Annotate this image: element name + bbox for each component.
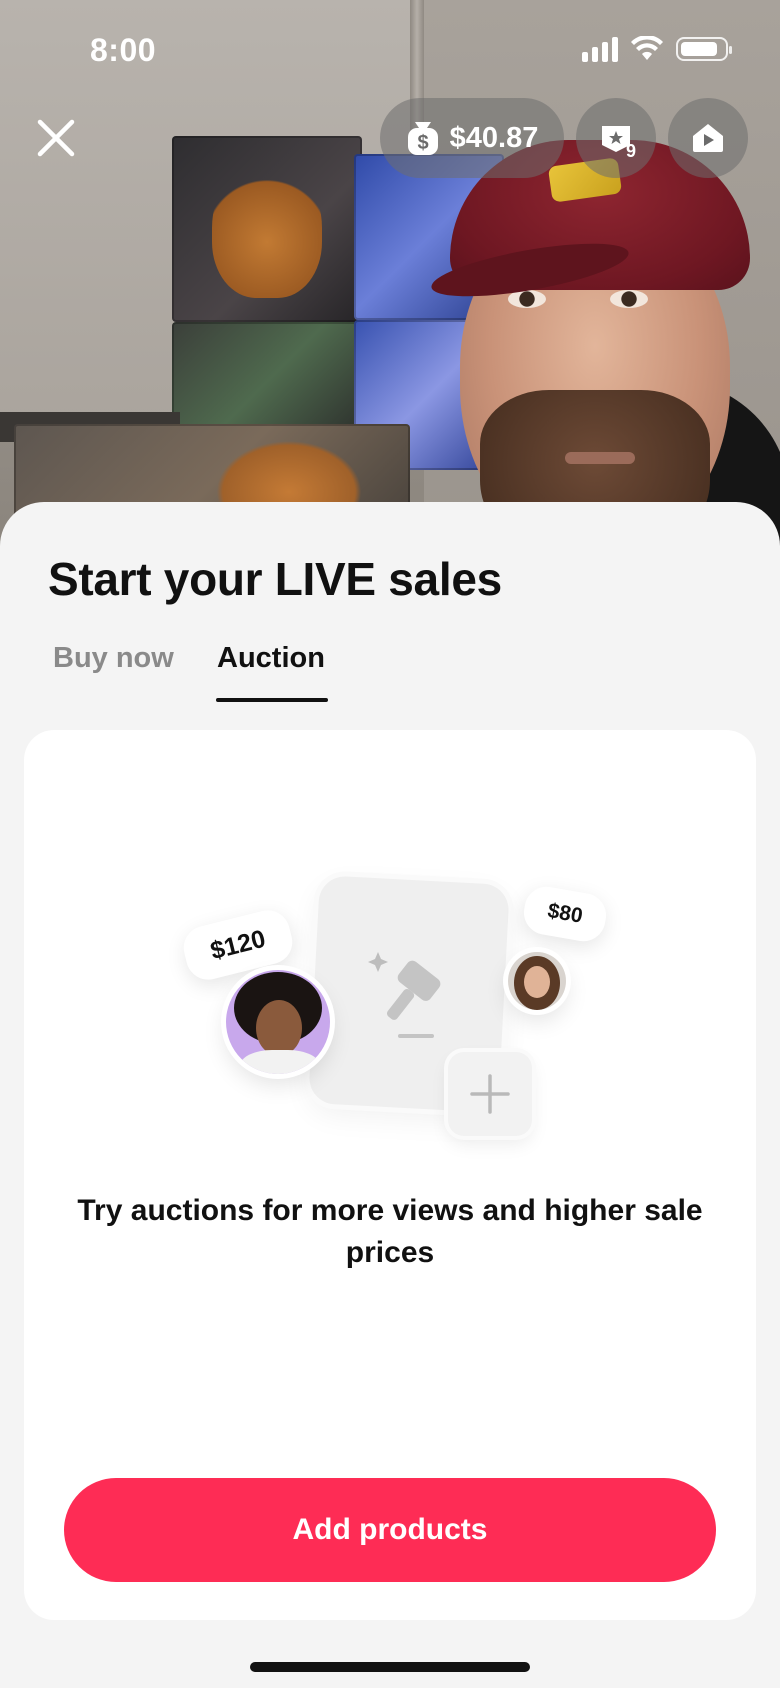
bidder-avatar — [508, 952, 566, 1010]
auction-card: $120 $80 Try auctions for more views and… — [24, 730, 756, 1620]
streamer — [428, 130, 780, 560]
bid-bubble-right: $80 — [520, 883, 610, 945]
plus-icon — [470, 1074, 510, 1114]
eye — [610, 290, 648, 308]
tab-auction[interactable]: Auction — [217, 642, 325, 675]
signal-icon — [582, 36, 618, 62]
avatar-shirt — [240, 1050, 320, 1074]
status-time: 8:00 — [90, 32, 157, 68]
product-box — [172, 136, 362, 322]
close-button[interactable] — [30, 112, 82, 164]
home-indicator[interactable] — [250, 1662, 530, 1672]
close-icon — [37, 119, 75, 157]
bidder-avatar — [226, 970, 330, 1074]
add-products-button[interactable]: Add products — [64, 1478, 716, 1582]
status-bar: 8:00 — [0, 0, 780, 100]
gift-button[interactable]: 9 — [576, 98, 656, 178]
hammer-icon — [368, 952, 441, 1038]
status-icons — [582, 36, 732, 62]
wallet-icon: $ — [407, 122, 438, 155]
gift-badge-count: 9 — [625, 141, 636, 161]
tab-selected-indicator — [216, 698, 328, 702]
wallet-amount: $40.87 — [449, 121, 539, 154]
share-icon — [693, 124, 723, 152]
box-art — [212, 158, 322, 298]
wifi-icon — [631, 36, 663, 60]
tab-buy-now[interactable]: Buy now — [53, 642, 174, 675]
auction-promo-text: Try auctions for more views and higher s… — [77, 1194, 703, 1269]
auction-illustration: $120 $80 — [24, 730, 756, 1170]
live-sales-sheet: Start your LIVE sales Buy now Auction $1… — [0, 502, 780, 1688]
share-button[interactable] — [668, 98, 748, 178]
svg-text:$: $ — [417, 132, 428, 154]
battery-icon — [676, 37, 732, 61]
add-product-tile — [448, 1052, 532, 1136]
avatar-face — [256, 1000, 302, 1056]
mouth — [565, 452, 635, 464]
avatar-face — [524, 966, 550, 998]
sheet-title: Start your LIVE sales — [48, 553, 502, 605]
wallet-button[interactable]: $ $40.87 — [380, 98, 564, 178]
